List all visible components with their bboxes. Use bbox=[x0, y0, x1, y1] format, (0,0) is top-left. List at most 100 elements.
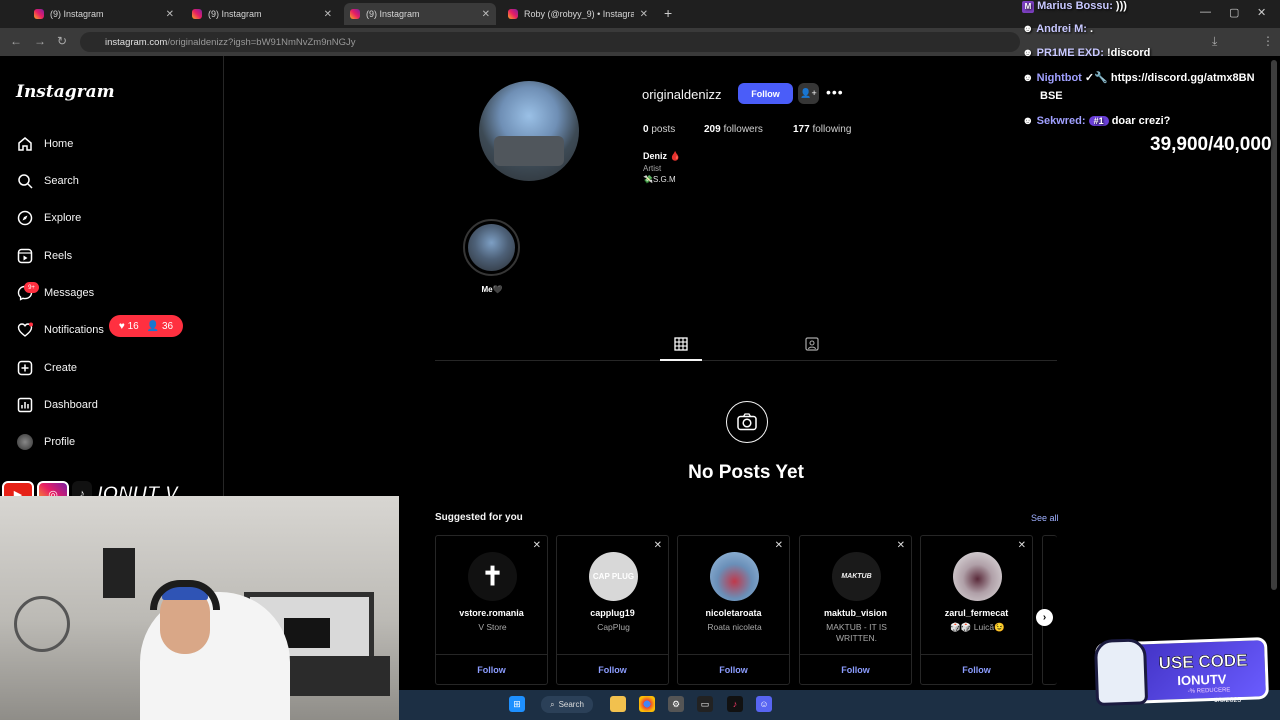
tabs-divider bbox=[435, 360, 1057, 361]
browser-tab-active[interactable]: (9) Instagram ✕ bbox=[344, 3, 496, 25]
instagram-favicon-icon bbox=[192, 9, 202, 19]
suggestion-subtitle: MAKTUB - IT IS WRITTEN. bbox=[826, 622, 887, 643]
see-all-link[interactable]: See all bbox=[1031, 513, 1059, 523]
settings-icon[interactable]: ⚙ bbox=[668, 696, 684, 712]
reload-icon[interactable]: ↻ bbox=[57, 34, 67, 48]
dismiss-icon[interactable]: ✕ bbox=[533, 540, 541, 551]
suggestion-card[interactable]: ✕ CAP PLUG capplug19 CapPlug Follow bbox=[556, 535, 669, 685]
file-explorer-icon[interactable] bbox=[610, 696, 626, 712]
close-window-icon[interactable]: ✕ bbox=[1257, 6, 1266, 19]
suggestion-follow-button[interactable]: Follow bbox=[800, 654, 911, 684]
suggestion-card[interactable]: ✕ ✝ vstore.romania V Store Follow bbox=[435, 535, 548, 685]
follows-count: 👤 36 bbox=[147, 321, 173, 332]
suggestion-username[interactable]: nicoletaroata bbox=[678, 608, 789, 618]
sidebar-item-dashboard[interactable]: Dashboard bbox=[16, 393, 98, 417]
likes-number: 16 bbox=[127, 320, 139, 332]
suggestion-follow-button[interactable]: Follow bbox=[678, 654, 789, 684]
taskbar-search[interactable]: ⌕ Search bbox=[541, 696, 593, 713]
download-icon[interactable]: ⤓ bbox=[1212, 34, 1217, 49]
notifications-popup-badge[interactable]: ♥ 16 👤 36 bbox=[109, 315, 183, 337]
sidebar-item-label: Messages bbox=[44, 287, 95, 299]
suggestion-card[interactable]: ✕ MAKTUB maktub_vision MAKTUB - IT IS WR… bbox=[799, 535, 912, 685]
camera-icon bbox=[726, 401, 768, 443]
suggestion-avatar[interactable]: MAKTUB bbox=[832, 552, 881, 601]
search-icon: ⌕ bbox=[550, 699, 555, 709]
suggestion-avatar[interactable]: ✝ bbox=[468, 552, 517, 601]
heart-icon bbox=[16, 321, 34, 339]
tab-title: Roby (@robyy_9) • Instagram p bbox=[524, 9, 634, 19]
suggestion-follow-button[interactable]: Follow bbox=[436, 654, 547, 684]
minimize-icon[interactable]: — bbox=[1200, 6, 1211, 18]
forward-icon[interactable]: → bbox=[34, 34, 46, 48]
followers-stat[interactable]: 209 followers bbox=[704, 124, 763, 135]
messages-badge: 9+ bbox=[24, 282, 39, 293]
more-options-icon[interactable]: ••• bbox=[826, 84, 844, 100]
posts-grid-icon[interactable] bbox=[674, 337, 690, 353]
dismiss-icon[interactable]: ✕ bbox=[897, 540, 905, 551]
profile-username: originaldenizz bbox=[642, 87, 722, 102]
windows-start-icon[interactable]: ⊞ bbox=[509, 696, 525, 712]
tagged-icon[interactable] bbox=[805, 337, 821, 353]
instagram-favicon-icon bbox=[350, 9, 360, 19]
sidebar-item-reels[interactable]: Reels bbox=[16, 244, 72, 268]
chevron-right-icon[interactable]: › bbox=[1036, 609, 1053, 626]
dismiss-icon[interactable]: ✕ bbox=[775, 540, 783, 551]
dismiss-icon[interactable]: ✕ bbox=[1018, 540, 1026, 551]
sidebar-item-notifications[interactable]: Notifications bbox=[16, 318, 104, 342]
sidebar-item-search[interactable]: Search bbox=[16, 169, 79, 193]
suggestion-avatar[interactable] bbox=[710, 552, 759, 601]
suggestion-username[interactable]: maktub_vision bbox=[800, 608, 911, 618]
suggest-accounts-button[interactable]: 👤+ bbox=[798, 83, 819, 104]
heart-filled-icon: ♥ bbox=[118, 320, 125, 332]
suggestion-username[interactable]: zarul_fermecat bbox=[921, 608, 1032, 618]
close-tab-icon[interactable]: ✕ bbox=[324, 9, 332, 20]
chat-text: !discord bbox=[1106, 47, 1151, 59]
maximize-icon[interactable]: ▢ bbox=[1229, 6, 1239, 19]
suggestion-username[interactable]: vstore.romania bbox=[436, 608, 547, 618]
profile-avatar[interactable] bbox=[479, 81, 579, 181]
taskbar-search-label: Search bbox=[558, 700, 584, 709]
tiktok-app-icon[interactable]: ♪ bbox=[727, 696, 743, 712]
sidebar-item-profile[interactable]: Profile bbox=[16, 430, 75, 454]
sidebar-item-explore[interactable]: Explore bbox=[16, 206, 81, 230]
suggestion-card[interactable]: ✕ zarul_fermecat 🎲🎲 Luică😉 Follow bbox=[920, 535, 1033, 685]
new-tab-icon[interactable]: + bbox=[664, 5, 672, 21]
promo-code: IONUTV bbox=[1177, 671, 1227, 689]
back-icon[interactable]: ← bbox=[10, 34, 22, 48]
suggestion-username[interactable]: capplug19 bbox=[557, 608, 668, 618]
suggestion-avatar[interactable]: CAP PLUG bbox=[589, 552, 638, 601]
instagram-logo[interactable]: Instagram bbox=[16, 82, 115, 102]
url-field[interactable]: instagram.com/originaldenizz?igsh=bW91Nm… bbox=[80, 32, 1020, 52]
sidebar-item-label: Create bbox=[44, 362, 78, 374]
close-tab-icon[interactable]: ✕ bbox=[640, 9, 648, 20]
promo-discount: -% REDUCERE bbox=[1187, 687, 1231, 695]
suggestion-avatar[interactable] bbox=[953, 552, 1002, 601]
discord-icon[interactable]: ☺ bbox=[756, 696, 772, 712]
story-highlight[interactable] bbox=[463, 219, 520, 276]
browser-menu-icon[interactable]: ⋮ bbox=[1262, 34, 1274, 48]
follow-button[interactable]: Follow bbox=[738, 83, 793, 104]
sidebar-item-create[interactable]: Create bbox=[16, 356, 77, 380]
dismiss-icon[interactable]: ✕ bbox=[654, 540, 662, 551]
close-tab-icon[interactable]: ✕ bbox=[166, 9, 174, 20]
follows-number: 36 bbox=[161, 320, 174, 332]
likes-count: ♥ 16 bbox=[119, 321, 139, 332]
chat-username: Sekwred: bbox=[1036, 115, 1086, 127]
close-tab-icon[interactable]: ✕ bbox=[482, 9, 490, 20]
following-stat[interactable]: 177 following bbox=[793, 124, 851, 135]
suggestion-follow-button[interactable]: Follow bbox=[921, 654, 1032, 684]
terminal-icon[interactable]: ▭ bbox=[697, 696, 713, 712]
browser-tab[interactable]: Roby (@robyy_9) • Instagram p ✕ bbox=[502, 3, 654, 25]
browser-tab[interactable]: (9) Instagram ✕ bbox=[186, 3, 338, 25]
suggestion-follow-button[interactable]: Follow bbox=[557, 654, 668, 684]
browser-tab[interactable]: (9) Instagram ✕ bbox=[28, 3, 180, 25]
sidebar-item-home[interactable]: Home bbox=[16, 132, 73, 156]
chrome-icon[interactable] bbox=[639, 696, 655, 712]
suggestion-card[interactable]: ✕ nicoletaroata Roata nicoleta Follow bbox=[677, 535, 790, 685]
chat-username: Andrei M: bbox=[1036, 23, 1087, 35]
tab-title: (9) Instagram bbox=[208, 9, 262, 19]
webcam-feed bbox=[0, 496, 399, 720]
following-count: 177 bbox=[793, 124, 810, 135]
promo-code-banner: USE CODE IONUTV -% REDUCERE bbox=[1093, 637, 1270, 707]
wrench-icon: ✓🔧 bbox=[1084, 72, 1108, 84]
